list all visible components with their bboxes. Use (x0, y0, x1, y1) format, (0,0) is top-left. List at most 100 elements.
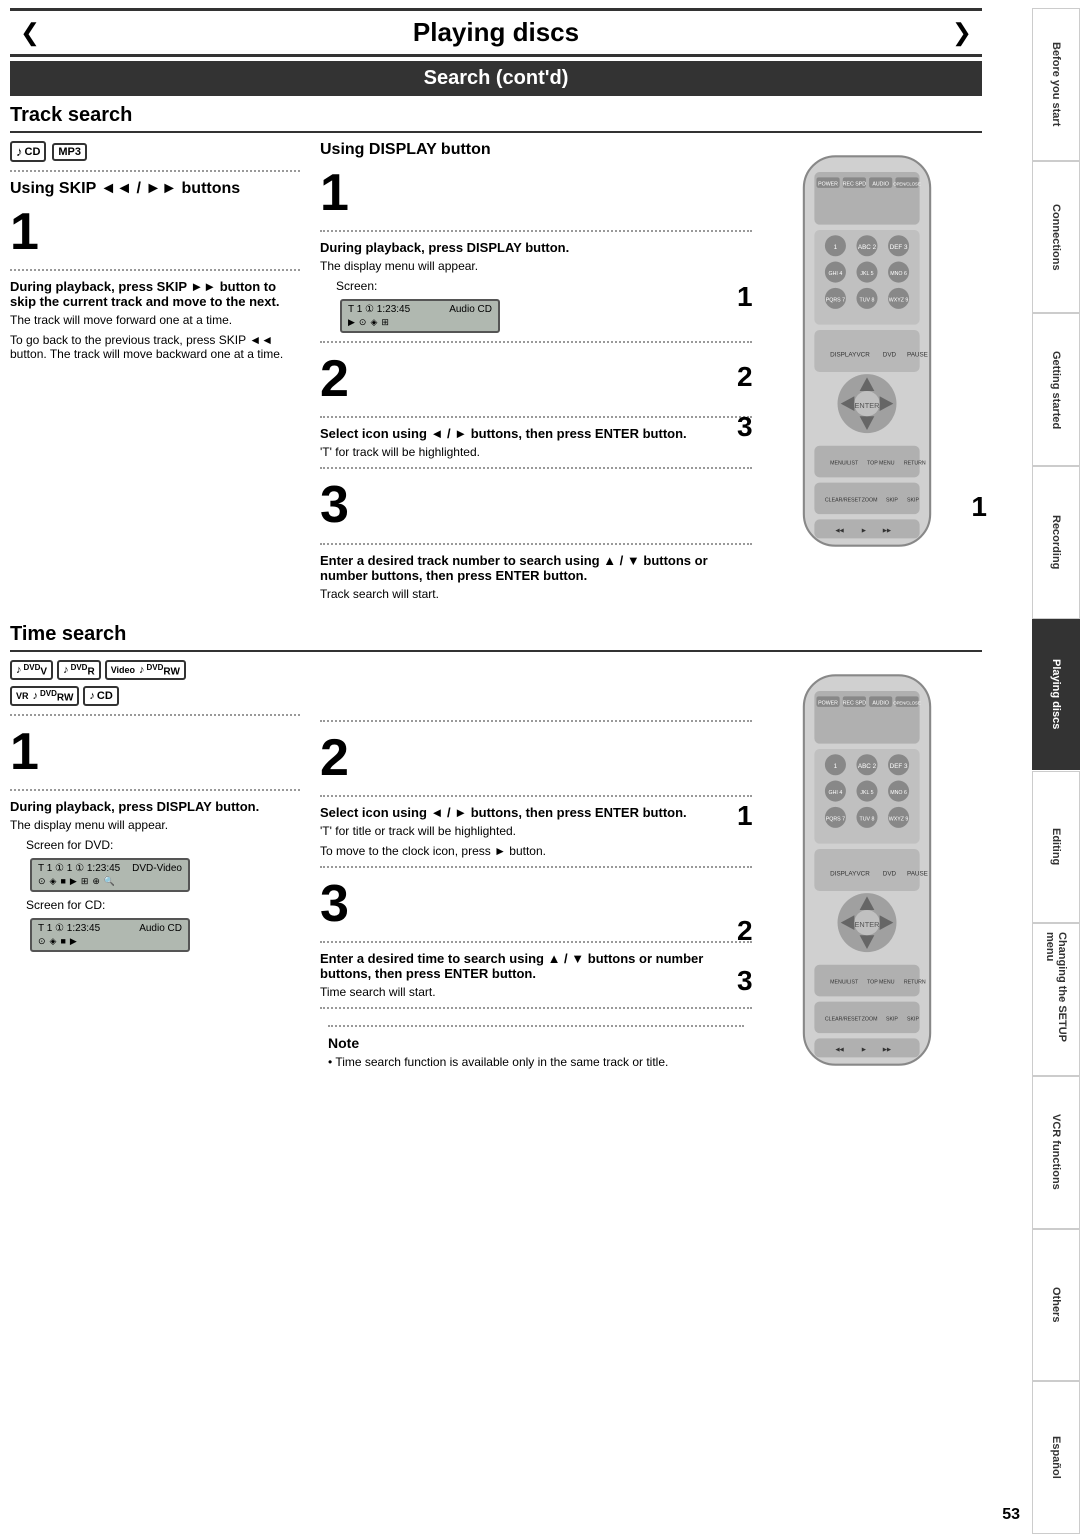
remote-step2-time: 2 (737, 915, 753, 947)
sidebar-tab-changing-setup[interactable]: Changing the SETUP menu (1032, 923, 1080, 1076)
mp3-badge: MP3 (52, 143, 87, 161)
svg-text:RETURN: RETURN (904, 979, 926, 985)
svg-text:SKIP: SKIP (886, 1016, 898, 1022)
svg-text:SKIP: SKIP (907, 498, 919, 504)
remote-step3-track: 3 (737, 411, 753, 443)
page-title: Playing discs (10, 8, 982, 57)
sidebar-tab-getting-started[interactable]: Getting started (1032, 313, 1080, 466)
svg-text:CLEAR/RESET: CLEAR/RESET (825, 1016, 862, 1022)
time-step3-bold: Enter a desired time to search using ▲ /… (320, 951, 752, 981)
svg-text:GHI 4: GHI 4 (829, 790, 843, 796)
dvd-rw-video-badge: Video♪DVDRW (105, 660, 186, 680)
track-search-left: ♪CD MP3 Using SKIP ◄◄ / ►► buttons 1 Dur… (10, 141, 320, 607)
svg-text:REC SPD: REC SPD (843, 182, 867, 188)
dvd-v-badge: ♪DVDV (10, 660, 53, 680)
note-text: • Time search function is available only… (328, 1055, 744, 1069)
using-display-heading: Using DISPLAY button (320, 141, 752, 159)
sidebar-tab-vcr-functions[interactable]: VCR functions (1032, 1076, 1080, 1229)
svg-text:WXYZ 9: WXYZ 9 (889, 298, 909, 304)
svg-text:ABC 2: ABC 2 (858, 762, 877, 769)
remote-svg-time: POWER REC SPD AUDIO OPEN/CLOSE 1 ABC 2 D… (767, 670, 967, 1070)
svg-text:OPEN/CLOSE: OPEN/CLOSE (893, 182, 921, 187)
step2-right-bold: Select icon using ◄ / ► buttons, then pr… (320, 426, 752, 441)
time-step3-number: 3 (320, 876, 752, 933)
sidebar-tab-before-you-start[interactable]: Before you start (1032, 8, 1080, 161)
screen-dvd-left: T 1 ① 1 ① 1:23:45 (38, 863, 120, 874)
svg-text:TOP MENU: TOP MENU (867, 979, 895, 985)
track-search-heading: Track search (10, 104, 982, 133)
svg-text:▶: ▶ (862, 1047, 866, 1053)
dvd-r-badge: ♪DVDR (57, 660, 101, 680)
screen1-icons: ▶⊙◈⊞ (348, 317, 492, 328)
svg-text:PQRS 7: PQRS 7 (826, 816, 845, 822)
step1-right-bold: During playback, press DISPLAY button. (320, 240, 752, 255)
time-step1-normal2: Screen for DVD: (26, 838, 300, 852)
time-step2-normal2: To move to the clock icon, press ► butto… (320, 844, 752, 858)
svg-text:DISPLAY: DISPLAY (830, 351, 857, 358)
svg-text:TUV 8: TUV 8 (860, 298, 875, 304)
step2-right-number: 2 (320, 351, 752, 408)
display-screen-track: T 1 ① 1:23:45 Audio CD ▶⊙◈⊞ (340, 299, 500, 333)
svg-text:ABC 2: ABC 2 (858, 244, 877, 251)
time-search-left: ♪DVDV ♪DVDR Video♪DVDRW VR♪DVDRW ♪CD (10, 660, 320, 1083)
screen1-left: T 1 ① 1:23:45 (348, 304, 410, 315)
svg-text:MENU/LIST: MENU/LIST (830, 979, 859, 985)
using-skip-heading: Using SKIP ◄◄ / ►► buttons (10, 180, 300, 198)
remote-step3-time: 3 (737, 965, 753, 997)
svg-text:POWER: POWER (818, 182, 838, 188)
remote-step1-track-b: 1 (971, 491, 987, 523)
right-sidebar: Before you start Connections Getting sta… (1032, 8, 1080, 1534)
svg-text:MNO 6: MNO 6 (890, 271, 907, 277)
svg-text:GHI 4: GHI 4 (829, 271, 843, 277)
cd-badge2: ♪CD (83, 686, 118, 706)
time-step3-normal: Time search will start. (320, 985, 752, 999)
sidebar-tab-playing-discs[interactable]: Playing discs (1032, 619, 1080, 771)
time-search-media-row2: VR♪DVDRW ♪CD (10, 686, 300, 706)
remote-track-search: 1 2 3 1 POWER REC SPD (752, 151, 982, 607)
sidebar-tab-espanol[interactable]: Español (1032, 1381, 1080, 1534)
display-screen-cd: T 1 ① 1:23:45 Audio CD ⊙◈■▶ (30, 918, 190, 952)
svg-text:▶▶: ▶▶ (883, 528, 891, 534)
display-screen-dvd: T 1 ① 1 ① 1:23:45 DVD-Video ⊙◈■▶⊞⊕🔍 (30, 858, 190, 892)
screen-dvd-right: DVD-Video (132, 863, 182, 874)
svg-text:DISPLAY: DISPLAY (830, 870, 857, 877)
step1-left-number: 1 (10, 204, 300, 261)
screen-cd-left: T 1 ① 1:23:45 (38, 923, 100, 934)
svg-text:DVD: DVD (883, 870, 897, 877)
time-step2-bold: Select icon using ◄ / ► buttons, then pr… (320, 805, 752, 820)
svg-text:OPEN/CLOSE: OPEN/CLOSE (893, 700, 921, 705)
step3-right-number: 3 (320, 477, 752, 534)
section-title: Search (cont'd) (10, 61, 982, 96)
step2-right-normal: 'T' for track will be highlighted. (320, 445, 752, 459)
svg-text:PQRS 7: PQRS 7 (826, 298, 845, 304)
step1-left-bold: During playback, press SKIP ►► button to… (10, 279, 300, 309)
remote-step1-time: 1 (737, 800, 753, 832)
svg-text:▶▶: ▶▶ (883, 1047, 891, 1053)
time-step2-normal1: 'T' for title or track will be highlight… (320, 824, 752, 838)
dvd-rw-vr-badge: VR♪DVDRW (10, 686, 79, 706)
remote-step1-track: 1 (737, 281, 753, 313)
step1-right-normal1: The display menu will appear. (320, 259, 752, 273)
svg-text:▶: ▶ (862, 528, 866, 534)
svg-text:REC SPD: REC SPD (843, 700, 867, 706)
remote-time-search: 1 2 3 POWER REC SPD AUDIO OPEN/CLOSE (752, 670, 982, 1083)
svg-text:MENU/LIST: MENU/LIST (830, 461, 859, 467)
sidebar-tab-connections[interactable]: Connections (1032, 161, 1080, 314)
sidebar-tab-editing[interactable]: Editing (1032, 771, 1080, 924)
time-step1-bold: During playback, press DISPLAY button. (10, 799, 300, 814)
svg-text:PAUSE: PAUSE (907, 351, 928, 358)
svg-text:WXYZ 9: WXYZ 9 (889, 816, 909, 822)
svg-text:POWER: POWER (818, 700, 838, 706)
svg-text:PAUSE: PAUSE (907, 870, 928, 877)
sidebar-tab-recording[interactable]: Recording (1032, 466, 1080, 619)
time-step1-number: 1 (10, 724, 300, 781)
svg-text:◀◀: ◀◀ (835, 528, 843, 534)
time-search-right: 2 Select icon using ◄ / ► buttons, then … (320, 660, 752, 1083)
sidebar-tab-others[interactable]: Others (1032, 1229, 1080, 1382)
step1-right-normal2: Screen: (336, 279, 752, 293)
svg-text:MNO 6: MNO 6 (890, 790, 907, 796)
svg-text:VCR: VCR (856, 870, 870, 877)
svg-text:AUDIO: AUDIO (872, 182, 889, 188)
note-title: Note (328, 1035, 744, 1051)
svg-text:TUV 8: TUV 8 (860, 816, 875, 822)
